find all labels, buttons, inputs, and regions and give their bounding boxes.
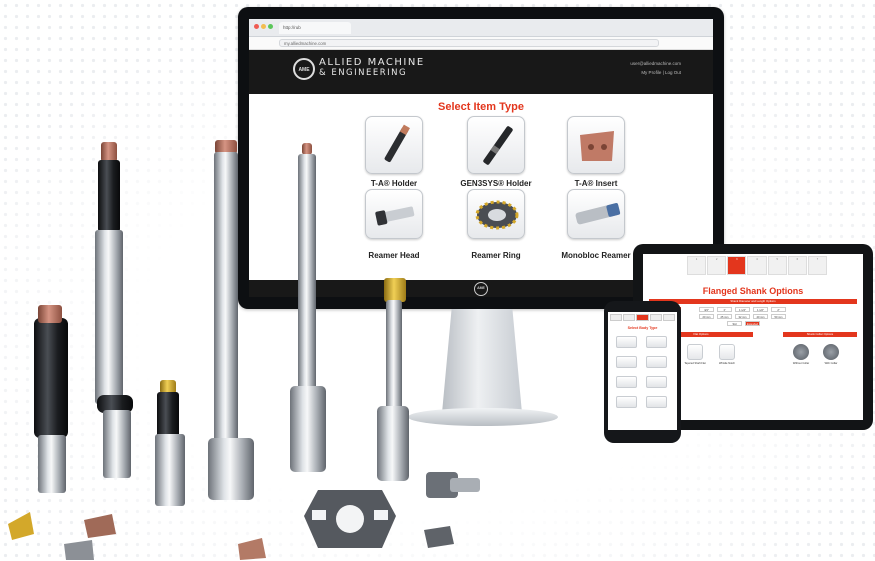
- phone-option-1[interactable]: [616, 336, 637, 348]
- address-bar[interactable]: my.alliedmachine.com: [279, 39, 659, 47]
- step-7[interactable]: 7: [807, 256, 827, 275]
- phone-option-7[interactable]: [616, 396, 637, 408]
- item-card-gen3sys-holder[interactable]: [467, 116, 525, 174]
- insert-product-small: [424, 526, 454, 548]
- monitor-base: [408, 408, 558, 426]
- gen3sys-holder-icon: [483, 126, 513, 165]
- site-header: AME ALLIED MACHINE & ENGINEERING user@al…: [249, 50, 713, 94]
- phone-page-title: Select Body Type: [627, 326, 658, 330]
- page-title: Select Item Type: [438, 101, 524, 113]
- monitor-stand: [442, 309, 522, 413]
- product-showcase: http://rub my.alliedmachine.com AME ALLI…: [0, 0, 875, 561]
- tablet-page-title: Flanged Shank Options: [702, 286, 804, 296]
- step-2[interactable]: 2: [707, 256, 727, 275]
- phone-option-2[interactable]: [646, 336, 667, 348]
- collar-option-1[interactable]: [793, 344, 809, 360]
- inserts-product: [8, 512, 266, 560]
- item-label-ta-holder: T-A® Holder: [370, 179, 418, 188]
- item-label-ta-insert: T-A® Insert: [574, 179, 618, 188]
- drill-holder-icon: [384, 124, 410, 162]
- shank-options-bar: Shank Diameter and Length Options: [649, 299, 857, 304]
- phone-option-3[interactable]: [616, 356, 637, 368]
- flat-option-2[interactable]: [687, 344, 703, 360]
- step-5[interactable]: 5: [767, 256, 787, 275]
- phone-option-5[interactable]: [616, 376, 637, 388]
- account-links[interactable]: My Profile | Log Out: [641, 70, 681, 75]
- flat-option-3[interactable]: [719, 344, 735, 360]
- phone-option-4[interactable]: [646, 356, 667, 368]
- monobloc-reamer-icon: [575, 203, 621, 225]
- browser-tab[interactable]: http://rub: [279, 22, 351, 34]
- reamer-head-product: [426, 472, 480, 498]
- user-email: user@alliedmachine.com: [630, 61, 681, 66]
- insert-blade-icon: [580, 131, 614, 161]
- step-3-active[interactable]: 3: [727, 256, 747, 275]
- item-card-reamer-head[interactable]: [365, 189, 423, 239]
- item-label-reamer-head: Reamer Head: [368, 251, 420, 260]
- phone-screen: Select Body Type: [608, 312, 677, 430]
- phone-step-progress: [610, 314, 676, 321]
- collar-option-2[interactable]: [823, 344, 839, 360]
- reamer-ring-icon: [475, 200, 519, 230]
- company-logo-icon[interactable]: AME: [293, 58, 315, 80]
- step-6[interactable]: 6: [787, 256, 807, 275]
- item-card-reamer-ring[interactable]: [467, 189, 525, 239]
- step-1[interactable]: 1: [687, 256, 707, 275]
- minimize-window-icon[interactable]: [261, 24, 266, 29]
- browser-toolbar: my.alliedmachine.com: [249, 37, 713, 50]
- step-4[interactable]: 4: [747, 256, 767, 275]
- phone-option-6[interactable]: [646, 376, 667, 388]
- reamer-head-icon: [375, 206, 415, 226]
- collar-options-bar: Shank Collar Options: [783, 332, 857, 337]
- reamer-ring-product: [304, 490, 396, 548]
- close-window-icon[interactable]: [254, 24, 259, 29]
- item-card-monobloc-reamer[interactable]: [567, 189, 625, 239]
- item-label-reamer-ring: Reamer Ring: [471, 251, 521, 260]
- maximize-window-icon[interactable]: [268, 24, 273, 29]
- brand-name: ALLIED MACHINE & ENGINEERING: [319, 57, 425, 79]
- item-label-gen3sys-holder: GEN3SYS® Holder: [460, 179, 532, 188]
- browser-tab-bar: http://rub: [249, 19, 713, 37]
- phone-option-8[interactable]: [646, 396, 667, 408]
- item-card-ta-holder[interactable]: [365, 116, 423, 174]
- step-progress: 1 2 3 4 5 6 7: [687, 256, 827, 275]
- item-card-ta-insert[interactable]: [567, 116, 625, 174]
- footer-logo-icon: AME: [474, 282, 488, 296]
- phone-device: Select Body Type: [604, 301, 681, 443]
